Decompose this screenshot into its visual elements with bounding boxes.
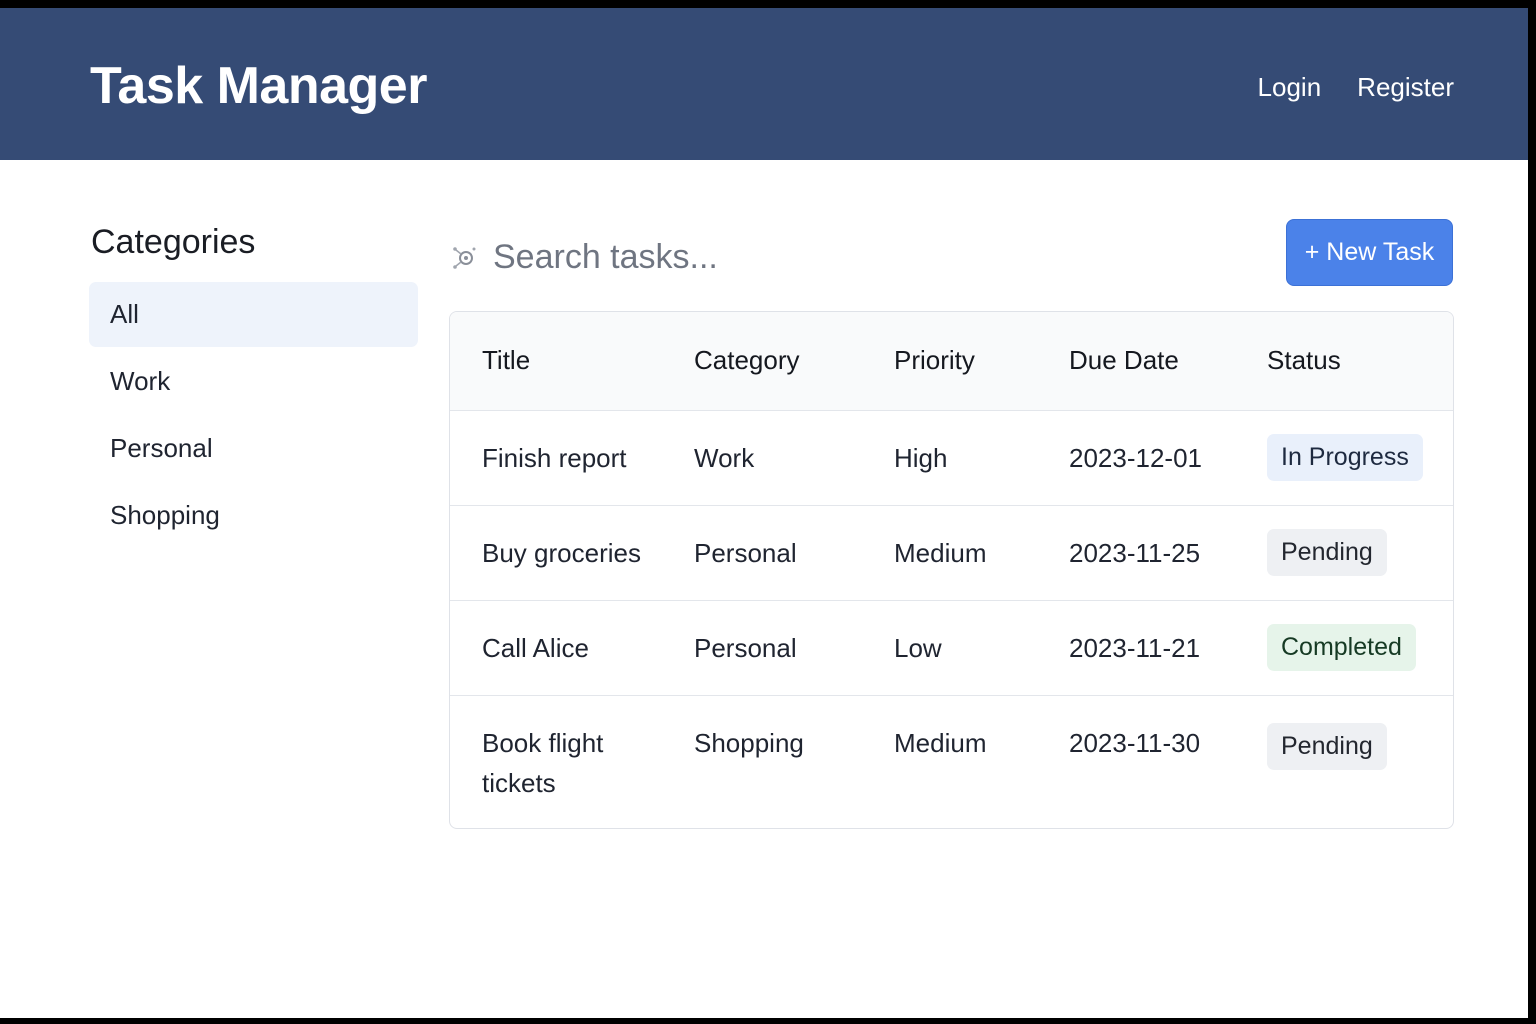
task-title: Finish report — [482, 442, 627, 473]
column-header-priority[interactable]: Priority — [862, 312, 1037, 410]
category-item-work[interactable]: Work — [89, 349, 418, 414]
category-item-shopping[interactable]: Shopping — [89, 483, 418, 548]
table-row[interactable]: Call Alice Personal Low 2023-11-21 Compl… — [450, 600, 1453, 695]
new-task-button[interactable]: + New Task — [1286, 219, 1453, 286]
task-due-date: 2023-11-30 — [1069, 727, 1201, 758]
app-window: Task Manager Login Register Categories A… — [0, 8, 1528, 1018]
status-badge: Pending — [1267, 722, 1387, 770]
task-status-cell: Pending — [1235, 505, 1453, 600]
status-badge: In Progress — [1267, 434, 1423, 481]
task-category: Personal — [694, 537, 797, 568]
category-item-personal[interactable]: Personal — [89, 416, 418, 481]
table-row[interactable]: Buy groceries Personal Medium 2023-11-25… — [450, 505, 1453, 600]
auth-nav: Login Register — [1258, 72, 1454, 103]
top-navbar: Task Manager Login Register — [0, 8, 1528, 160]
task-priority: Medium — [894, 727, 987, 758]
task-category: Shopping — [694, 727, 804, 758]
status-badge: Completed — [1267, 624, 1416, 671]
task-due-date: 2023-12-01 — [1069, 442, 1202, 473]
task-priority: Low — [894, 632, 942, 663]
register-link[interactable]: Register — [1357, 72, 1454, 103]
task-due-date: 2023-11-21 — [1069, 632, 1201, 663]
task-priority: High — [894, 442, 948, 473]
task-status-cell: Pending — [1235, 695, 1453, 827]
column-header-category[interactable]: Category — [662, 312, 862, 410]
app-title: Task Manager — [90, 57, 427, 115]
search-input[interactable] — [493, 238, 1193, 277]
task-title: Buy groceries — [482, 537, 641, 568]
task-priority: Medium — [894, 537, 987, 568]
categories-heading: Categories — [91, 223, 256, 261]
search-icon — [453, 246, 476, 269]
task-title: Call Alice — [482, 632, 589, 663]
column-header-title[interactable]: Title — [450, 312, 662, 410]
status-badge: Pending — [1267, 529, 1387, 576]
task-due-date: 2023-11-25 — [1069, 537, 1201, 568]
login-link[interactable]: Login — [1258, 72, 1322, 103]
categories-sidebar: Categories All Work Personal Shopping — [89, 223, 418, 550]
task-category: Work — [694, 442, 755, 473]
table-header-row: Title Category Priority Due Date Status — [450, 312, 1453, 410]
task-category: Personal — [694, 632, 797, 663]
task-status-cell: Completed — [1235, 600, 1453, 695]
search-bar — [449, 238, 1193, 277]
tasks-table: Title Category Priority Due Date Status … — [449, 311, 1454, 829]
table-row[interactable]: Book flight tickets Shopping Medium 2023… — [450, 695, 1453, 827]
table-row[interactable]: Finish report Work High 2023-12-01 In Pr… — [450, 410, 1453, 505]
column-header-due-date[interactable]: Due Date — [1037, 312, 1235, 410]
category-item-all[interactable]: All — [89, 282, 418, 347]
column-header-status[interactable]: Status — [1235, 312, 1453, 410]
task-status-cell: In Progress — [1235, 410, 1453, 505]
task-title: Book flight tickets — [482, 727, 604, 798]
